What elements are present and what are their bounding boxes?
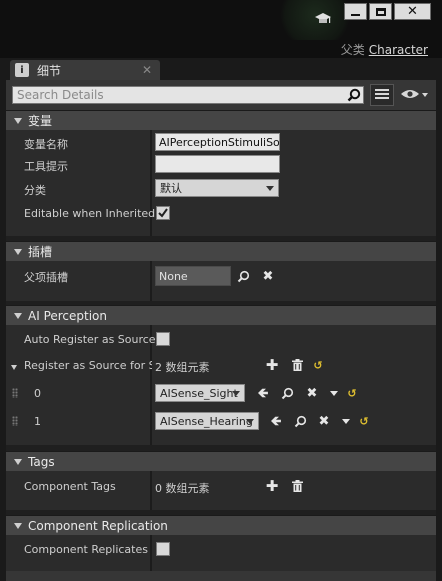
register-for-senses-label: Register as Source for Se [24,359,152,372]
close-button[interactable]: ✕ [394,3,431,20]
tab-close-icon[interactable]: ✕ [142,63,152,77]
section-title-ai-perception: AI Perception [28,308,108,323]
sense-dropdown-1[interactable]: AISense_Hearing [155,412,259,430]
tab-details[interactable]: i 细节 ✕ [10,60,160,80]
browse-magnifier-icon[interactable] [280,386,294,400]
category-value: 默认 [160,182,182,195]
register-for-senses-count: 2 数组元素 [155,361,210,374]
section-title-variable: 变量 [28,114,53,128]
browse-magnifier-icon[interactable] [236,269,250,283]
add-element-plus-icon[interactable]: ✚ [265,478,279,493]
section-header-ai-perception[interactable]: AI Perception [6,305,436,325]
clear-x-icon[interactable]: ✖ [305,386,319,400]
section-title-replication: Component Replication [28,518,168,533]
component-tags-count: 0 数组元素 [155,482,210,495]
array-index-0: 0 [34,387,41,400]
collapse-arrow-icon [14,522,22,529]
drag-handle-icon[interactable] [12,416,18,426]
section-header-socket[interactable]: 插槽 [6,241,436,261]
search-icon[interactable] [345,87,363,103]
parent-class-link[interactable]: Character [369,43,428,57]
view-options-button[interactable] [398,84,430,106]
sense-value-0: AISense_Sight [160,386,238,400]
section-header-variable[interactable]: 变量 [6,110,436,130]
editable-inherited-label: Editable when Inherited [24,207,156,220]
component-tags-label: Component Tags [24,480,116,493]
auto-register-label: Auto Register as Source [24,333,156,346]
trash-icon[interactable] [290,358,304,372]
collapse-arrow-icon [14,117,22,124]
grid-list-icon [375,89,389,101]
component-replicates-label: Component Replicates [24,543,148,556]
dropdown-caret-icon [232,391,240,396]
info-icon: i [15,63,29,77]
column-divider[interactable] [150,261,152,301]
element-options-chevron-icon[interactable] [339,414,353,428]
tab-details-label: 细节 [37,63,62,78]
collapse-arrow-icon [14,312,22,319]
var-name-label: 变量名称 [24,138,68,151]
section-title-socket: 插槽 [28,245,53,259]
use-selected-arrow-icon[interactable]: 🡸 [256,386,270,400]
drag-handle-icon[interactable] [12,388,18,398]
parent-socket-label: 父项插槽 [24,271,68,284]
property-matrix-button[interactable] [370,84,394,106]
column-divider[interactable] [150,471,152,510]
browse-magnifier-icon[interactable] [293,414,307,428]
eye-icon [400,88,420,103]
clear-x-icon[interactable]: ✖ [261,269,275,283]
minimize-icon [351,13,360,16]
var-name-input[interactable]: AIPerceptionStimuliSou [155,133,280,151]
sense-dropdown-0[interactable]: AISense_Sight [155,384,245,402]
collapse-arrow-icon [14,458,22,465]
tooltip-label: 工具提示 [24,160,68,173]
reset-to-default-icon[interactable]: ↺ [345,386,359,400]
auto-register-checkbox[interactable] [156,332,170,346]
array-index-1: 1 [34,415,41,428]
graduation-cap-icon[interactable] [314,12,332,26]
parent-socket-field[interactable]: None [155,266,231,286]
reset-to-default-icon[interactable]: ↺ [357,414,371,428]
parent-class-label: 父类 [340,43,365,57]
column-divider[interactable] [150,535,152,571]
checkmark-icon [158,208,168,218]
chevron-down-icon [422,93,428,97]
clear-x-icon[interactable]: ✖ [317,414,331,428]
expand-arrow-icon[interactable] [10,360,18,374]
element-options-chevron-icon[interactable] [327,386,341,400]
minimize-button[interactable] [344,3,367,20]
section-header-replication[interactable]: Component Replication [6,515,436,535]
panel-bottom [6,571,436,581]
search-box[interactable]: Search Details [12,86,364,104]
tooltip-input[interactable] [155,155,280,173]
close-icon: ✕ [407,4,418,19]
editable-inherited-checkbox[interactable] [156,206,170,220]
sense-value-1: AISense_Hearing [160,414,253,428]
search-input[interactable]: Search Details [13,88,345,102]
column-divider[interactable] [150,130,152,236]
trash-icon[interactable] [290,479,304,493]
dropdown-caret-icon [266,186,274,191]
maximize-icon [375,7,386,16]
add-element-plus-icon[interactable]: ✚ [265,357,279,372]
collapse-arrow-icon [14,248,22,255]
section-header-tags[interactable]: Tags [6,451,436,471]
parent-class-row: 父类 Character [341,41,428,58]
category-dropdown[interactable]: 默认 [155,179,279,197]
use-selected-arrow-icon[interactable]: 🡸 [269,414,283,428]
component-replicates-checkbox[interactable] [156,542,170,556]
dropdown-caret-icon [246,419,254,424]
maximize-button[interactable] [369,3,392,20]
reset-to-default-icon[interactable]: ↺ [311,358,325,372]
window-title-bar: ✕ [0,0,442,50]
section-title-tags: Tags [28,454,55,469]
category-label: 分类 [24,184,46,197]
